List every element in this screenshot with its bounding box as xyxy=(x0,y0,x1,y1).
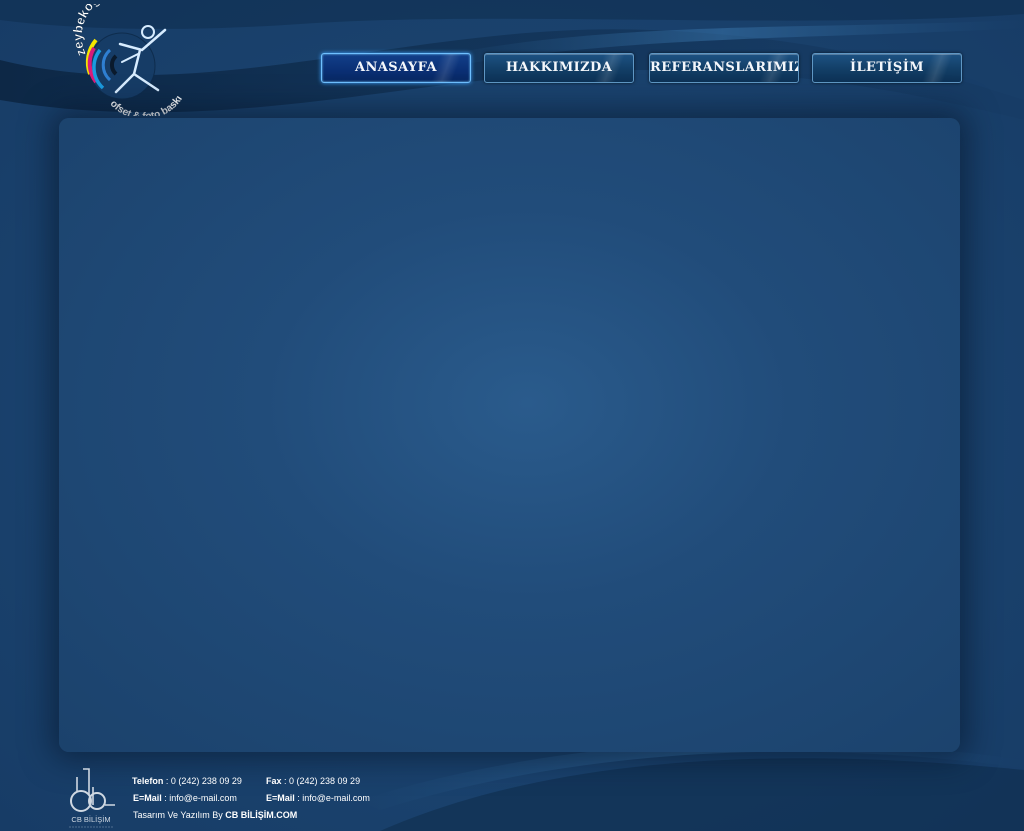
footer-credit: Tasarım Ve Yazılım By CB BİLİŞİM.COM xyxy=(133,810,297,820)
footer-fax: Fax : 0 (242) 238 09 29 xyxy=(266,776,360,786)
footer-email-2: E=Mail : info@e-mail.com xyxy=(266,793,370,803)
nav-anasayfa-button[interactable]: ANASAYFA xyxy=(321,53,471,83)
cb-logo-text: CB BİLİŞİM xyxy=(71,815,110,824)
fax-value: : 0 (242) 238 09 29 xyxy=(281,776,361,786)
nav-iletisim-button[interactable]: İLETİŞİM xyxy=(812,53,962,83)
email-label: E=Mail xyxy=(133,793,162,803)
footer-phone: Telefon : 0 (242) 238 09 29 xyxy=(132,776,242,786)
company-logo[interactable]: zeybekoğlu ofset & foto baskı xyxy=(70,4,185,116)
cb-bilisim-logo[interactable]: CB BİLİŞİM xyxy=(63,765,120,829)
credit-prefix: Tasarım Ve Yazılım By xyxy=(133,810,226,820)
phone-label: Telefon xyxy=(132,776,164,786)
fax-label: Fax xyxy=(266,776,282,786)
nav-label: İLETİŞİM xyxy=(850,60,924,75)
credit-brand-link[interactable]: CB BİLİŞİM.COM xyxy=(225,810,297,820)
nav-referanslarimiz-button[interactable]: REFERANSLARIMIZ xyxy=(649,53,799,83)
nav-label: HAKKIMIZDA xyxy=(505,60,613,75)
phone-value: : 0 (242) 238 09 29 xyxy=(163,776,242,786)
footer-email-1: E=Mail : info@e-mail.com xyxy=(133,793,237,803)
nav-label: REFERANSLARIMIZ xyxy=(650,60,799,75)
email-link[interactable]: : info@e-mail.com xyxy=(295,793,370,803)
email-label: E=Mail xyxy=(266,793,295,803)
nav-hakkimizda-button[interactable]: HAKKIMIZDA xyxy=(484,53,634,83)
email-link[interactable]: : info@e-mail.com xyxy=(162,793,237,803)
main-content-panel xyxy=(59,118,960,752)
nav-label: ANASAYFA xyxy=(355,60,437,75)
